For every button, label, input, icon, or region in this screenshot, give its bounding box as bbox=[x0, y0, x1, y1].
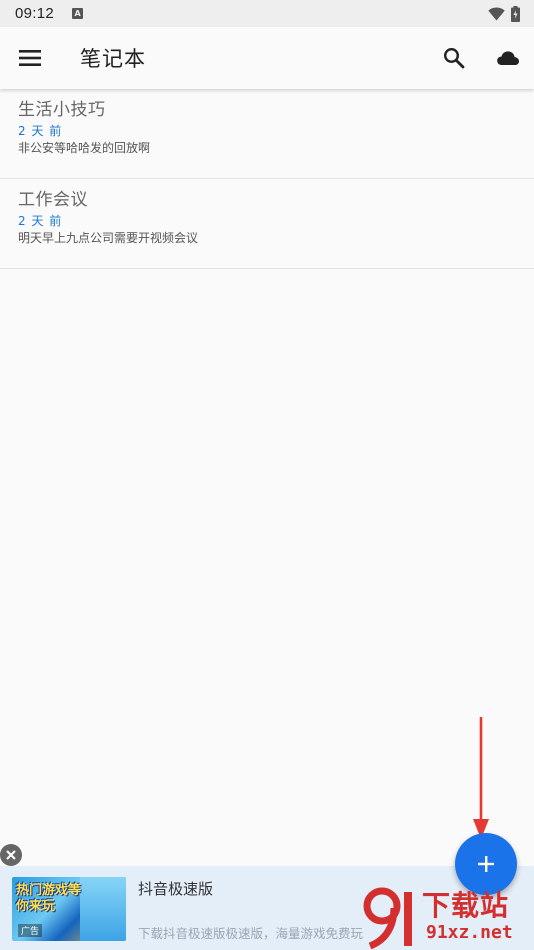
app-bar: 笔记本 bbox=[0, 27, 534, 89]
close-icon bbox=[6, 850, 16, 860]
page-title: 笔记本 bbox=[80, 47, 146, 71]
watermark: 下载站 91xz.net bbox=[360, 884, 534, 950]
list-item[interactable]: 工作会议 2 天 前 明天早上九点公司需要开视频会议 bbox=[0, 179, 534, 269]
menu-icon bbox=[19, 50, 41, 66]
battery-charging-icon bbox=[511, 5, 520, 22]
ad-image[interactable]: 热门游戏等你来玩 广告 bbox=[12, 877, 126, 941]
note-list: 生活小技巧 2 天 前 非公安等哈哈发的回放啊 工作会议 2 天 前 明天早上九… bbox=[0, 89, 534, 269]
list-item[interactable]: 生活小技巧 2 天 前 非公安等哈哈发的回放啊 bbox=[0, 89, 534, 179]
ad-close-button[interactable] bbox=[0, 844, 22, 866]
cloud-icon bbox=[497, 51, 519, 65]
watermark-sub-text: 91xz.net bbox=[426, 922, 513, 943]
cloud-sync-button[interactable] bbox=[496, 48, 520, 68]
status-time: 09:12 bbox=[15, 5, 55, 22]
wifi-icon bbox=[488, 6, 505, 20]
status-bar: 09:12 A bbox=[0, 0, 534, 27]
annotation-arrow bbox=[473, 717, 489, 839]
watermark-logo-icon bbox=[363, 887, 412, 950]
note-preview: 非公安等哈哈发的回放啊 bbox=[18, 141, 151, 155]
watermark-main-text: 下载站 bbox=[422, 889, 510, 922]
ad-image-panel bbox=[80, 877, 126, 941]
ad-title: 抖音极速版 bbox=[138, 880, 214, 898]
menu-button[interactable] bbox=[18, 46, 44, 70]
a-icon: A bbox=[72, 8, 84, 19]
note-title: 生活小技巧 bbox=[18, 100, 106, 120]
plus-icon bbox=[478, 856, 494, 872]
note-preview: 明天早上九点公司需要开视频会议 bbox=[18, 231, 199, 245]
ad-description: 下载抖音极速版极速版，海量游戏免费玩 bbox=[138, 926, 364, 941]
search-icon bbox=[443, 47, 465, 69]
ad-tag: 广告 bbox=[18, 924, 43, 937]
note-date: 2 天 前 bbox=[18, 214, 63, 228]
note-date: 2 天 前 bbox=[18, 124, 63, 138]
search-button[interactable] bbox=[442, 46, 466, 70]
status-icons bbox=[488, 5, 520, 22]
note-title: 工作会议 bbox=[18, 190, 88, 210]
ad-image-text: 热门游戏等你来玩 bbox=[16, 883, 82, 914]
